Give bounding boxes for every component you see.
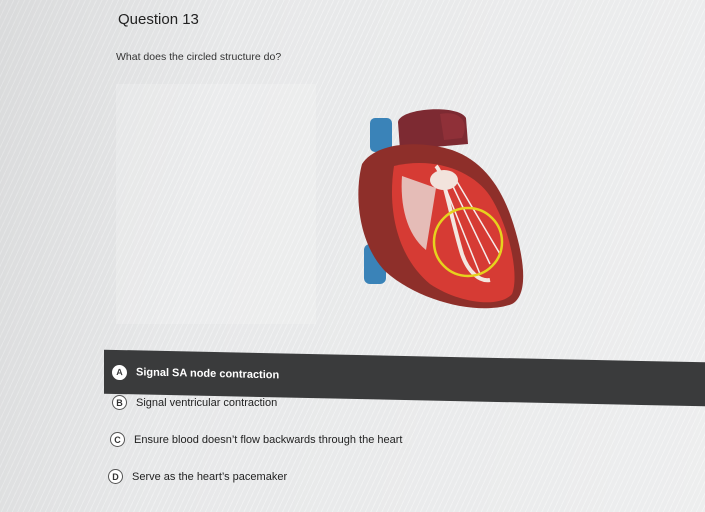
quiz-screen: Question 13 What does the circled struct… bbox=[0, 0, 705, 512]
choice-letter-c: C bbox=[110, 432, 125, 447]
choice-label-b: Signal ventricular contraction bbox=[136, 396, 278, 409]
choice-b[interactable]: B Signal ventricular contraction bbox=[112, 395, 277, 410]
question-prompt: What does the circled structure do? bbox=[116, 51, 282, 63]
choice-d[interactable]: D Serve as the heart’s pacemaker bbox=[108, 469, 287, 484]
choice-letter-b: B bbox=[112, 395, 127, 410]
choice-label-c: Ensure blood doesn’t flow backwards thro… bbox=[134, 433, 403, 446]
choice-label-d: Serve as the heart’s pacemaker bbox=[132, 470, 288, 483]
choice-label-a: Signal SA node contraction bbox=[136, 366, 280, 382]
vena-cava-shape bbox=[370, 118, 392, 152]
question-title: Question 13 bbox=[118, 11, 199, 28]
choice-letter-a: A bbox=[112, 364, 127, 380]
choice-c[interactable]: C Ensure blood doesn’t flow backwards th… bbox=[110, 432, 402, 447]
heart-illustration bbox=[358, 109, 524, 309]
image-panel bbox=[116, 84, 316, 324]
valve-shape bbox=[430, 170, 458, 190]
choice-letter-d: D bbox=[108, 469, 123, 484]
